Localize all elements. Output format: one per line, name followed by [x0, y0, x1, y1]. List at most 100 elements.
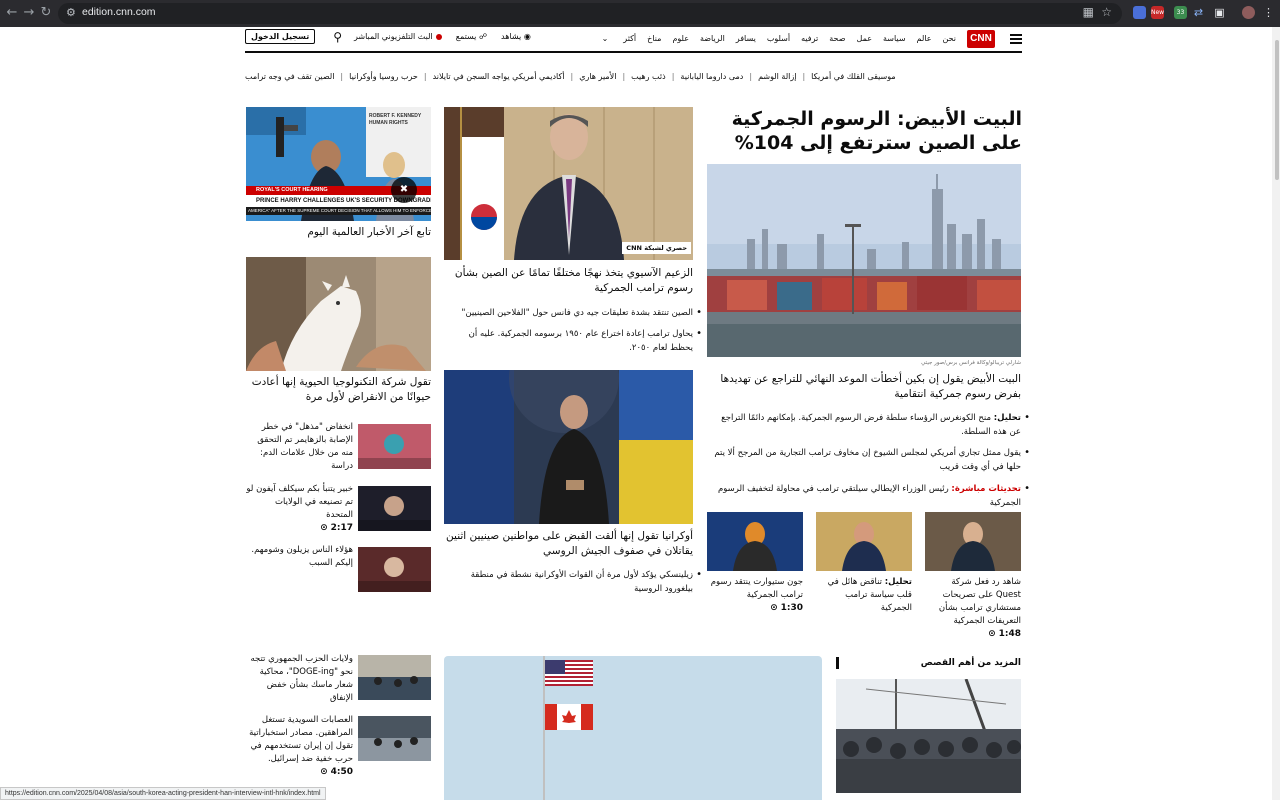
- listen-link[interactable]: يستمع ☍: [456, 32, 487, 41]
- han-photo[interactable]: حصري لشبكة CNN: [444, 107, 693, 260]
- lead-bullet-prefix: تحليل:: [993, 413, 1021, 423]
- nav-link[interactable]: عمل: [857, 34, 872, 43]
- wolf-photo[interactable]: [246, 257, 431, 371]
- lead-headline[interactable]: البيت الأبيض: الرسوم الجمركية على الصين …: [707, 107, 1022, 155]
- forward-icon[interactable]: →: [20, 4, 38, 22]
- flags-photo[interactable]: [444, 656, 822, 800]
- han-bullet[interactable]: يحاول ترامب إعادة اختراع عام ١٩٥٠ برسومه…: [444, 327, 702, 355]
- lead-bullet[interactable]: تحديثات مباشرة: رئيس الوزراء الإيطالي سي…: [707, 482, 1030, 510]
- lead-bullet[interactable]: تحليل: منح الكونغرس الرؤساء سلطة فرض الر…: [707, 411, 1030, 439]
- trending-link[interactable]: حرب روسيا وأوكرانيا: [349, 72, 418, 81]
- lead-card-image[interactable]: [707, 512, 803, 571]
- cnn-logo[interactable]: CNN: [967, 30, 995, 48]
- nav-link[interactable]: نحن: [943, 34, 956, 43]
- lower-item-text: ولايات الحزب الجمهوري تتجه نحو "DOGE-ing…: [250, 654, 353, 703]
- lead-card-image[interactable]: [816, 512, 912, 571]
- extension-new-icon[interactable]: New: [1151, 6, 1164, 19]
- lead-card-image[interactable]: [925, 512, 1021, 571]
- live-tv-link[interactable]: البث التلفزيوني المباشر: [354, 32, 442, 41]
- chevron-down-icon: ⌄: [601, 34, 609, 43]
- trending-link[interactable]: دمى داروما اليابانية: [680, 72, 743, 81]
- watch-link[interactable]: يشاهد ◉: [501, 32, 531, 41]
- harry-video-player[interactable]: ROYAL'S COURT HEARING PRINCE HARRY CHALL…: [246, 107, 431, 221]
- video-duration: ⊙ 4:50: [246, 766, 353, 779]
- right-item-image[interactable]: [358, 424, 431, 469]
- translate-icon[interactable]: ▦: [1083, 5, 1094, 19]
- lead-card-title[interactable]: شاهد رد فعل شركة Quest على تصريحات مستشا…: [925, 576, 1021, 641]
- lead-card-text: شاهد رد فعل شركة Quest على تصريحات مستشا…: [938, 577, 1021, 626]
- harry-caption[interactable]: تابع آخر الأخبار العالمية اليوم: [246, 225, 431, 240]
- trending-separator: |: [749, 72, 753, 81]
- zelensky-headline[interactable]: أوكرانيا تقول إنها ألقت القبض على مواطني…: [444, 529, 693, 559]
- bookmark-star-icon[interactable]: ☆: [1101, 5, 1112, 19]
- trending-separator: |: [423, 72, 427, 81]
- lower-item-title[interactable]: ولايات الحزب الجمهوري تتجه نحو "DOGE-ing…: [246, 653, 353, 705]
- trending-link[interactable]: إزالة الوشم: [758, 72, 796, 81]
- right-item-title[interactable]: هؤلاء الناس يزيلون وشومهم. إليكم السبب: [246, 544, 353, 570]
- sync-icon[interactable]: ⇄: [1192, 6, 1205, 19]
- nav-link[interactable]: مناخ: [647, 34, 661, 43]
- right-item-image[interactable]: [358, 486, 431, 531]
- lead-card-title[interactable]: جون ستيوارت ينتقد رسوم ترامب الجمركية ⊙ 1:…: [707, 576, 803, 615]
- site-info-icon[interactable]: ⚙: [66, 6, 76, 19]
- lead-image[interactable]: [707, 164, 1021, 357]
- right-item-text: هؤلاء الناس يزيلون وشومهم. إليكم السبب: [251, 545, 353, 568]
- back-icon[interactable]: ←: [3, 4, 21, 22]
- trending-link[interactable]: موسيقى القلك في أمريكا: [811, 72, 895, 81]
- video-duration: ⊙ 1:48: [925, 628, 1021, 641]
- han-bullet[interactable]: الصين تنتقد بشدة تعليقات جيه دي فانس حول…: [444, 306, 702, 320]
- wolf-headline[interactable]: تقول شركة التكنولوجيا الحيوية إنها أعادت…: [246, 375, 431, 405]
- nav-link[interactable]: الرياضة: [700, 34, 725, 43]
- mute-button[interactable]: ✖: [391, 177, 417, 203]
- right-item-title[interactable]: خبير يتنبأ بكم سيكلف آيفون لو تم تصنيعه …: [246, 483, 353, 535]
- live-dot-icon: [435, 33, 442, 40]
- lead-card-prefix: تحليل:: [884, 577, 912, 587]
- extensions-puzzle-icon[interactable]: ▣: [1213, 6, 1226, 19]
- lead-image-credit: شارلي تريبالو/وكالة فرانس برس/صور جيتي: [921, 360, 1021, 366]
- scrollbar-thumb[interactable]: [1275, 40, 1279, 180]
- lower-item-image[interactable]: [358, 716, 431, 761]
- more-stories-marker: [836, 657, 839, 669]
- nav-link[interactable]: علوم: [672, 34, 689, 43]
- lead-bullet[interactable]: يقول ممثل تجاري أمريكي لمجلس الشيوخ إن م…: [707, 446, 1030, 474]
- right-item-image[interactable]: [358, 547, 431, 592]
- search-icon[interactable]: ⚲: [333, 30, 342, 44]
- han-headline[interactable]: الزعيم الآسيوي يتخذ نهجًا مختلفًا تمامًا…: [444, 266, 693, 296]
- trending-link[interactable]: أكاديمي أمريكي يواجه السجن في تايلاند: [433, 72, 565, 81]
- lead-bullet-text: منح الكونغرس الرؤساء سلطة فرض الرسوم الج…: [721, 413, 1021, 437]
- protest-photo[interactable]: [836, 679, 1021, 793]
- nav-link[interactable]: سياسة: [883, 34, 906, 43]
- browser-menu-icon[interactable]: ⋮: [1262, 6, 1275, 19]
- address-bar[interactable]: ⚙ edition.cnn.com ▦ ☆: [58, 3, 1122, 24]
- duration-label: 1:30: [780, 603, 803, 613]
- trending-separator: |: [802, 72, 806, 81]
- nav-link[interactable]: صحة: [829, 34, 845, 43]
- nav-link[interactable]: عالم: [917, 34, 932, 43]
- nav-link[interactable]: ترفيه: [801, 34, 818, 43]
- extension-count-icon[interactable]: 33: [1174, 6, 1187, 19]
- lead-bullet-text: يقول ممثل تجاري أمريكي لمجلس الشيوخ إن م…: [714, 448, 1021, 472]
- trending-link[interactable]: ذئب رهيب: [631, 72, 666, 81]
- nav-link[interactable]: أسلوب: [767, 34, 790, 43]
- trending-bar: الصين تقف في وجه ترامب | حرب روسيا وأوكران…: [245, 72, 922, 81]
- lead-card-title[interactable]: تحليل: تناقض هائل في قلب سياسة ترامب الج…: [816, 576, 912, 615]
- trending-link[interactable]: الأمير هاري: [579, 72, 616, 81]
- menu-icon[interactable]: [1010, 34, 1022, 44]
- nav-link[interactable]: أكثر: [623, 34, 636, 43]
- login-button[interactable]: تسجيل الدخول: [245, 29, 316, 44]
- nav-link[interactable]: يسافر: [736, 34, 756, 43]
- trending-link[interactable]: الصين تقف في وجه ترامب: [245, 72, 334, 81]
- zelensky-bullet[interactable]: زيلينسكي يؤكد لأول مرة أن القوات الأوكرا…: [444, 568, 702, 596]
- zelensky-photo[interactable]: [444, 370, 693, 524]
- profile-avatar[interactable]: [1242, 6, 1255, 19]
- right-item-title[interactable]: انخفاض "مذهل" في خطر الإصابة بالزهايمر ت…: [246, 421, 353, 473]
- headphones-icon: ☍: [478, 32, 488, 41]
- lower-item-image[interactable]: [358, 655, 431, 700]
- lead-subhead[interactable]: البيت الأبيض يقول إن بكين أخطأت الموعد ا…: [707, 372, 1021, 402]
- reload-icon[interactable]: ↻: [37, 4, 55, 22]
- status-bar-url: https://edition.cnn.com/2025/04/08/asia/…: [0, 787, 326, 800]
- lower-item-title[interactable]: العصابات السويدية تستغل المراهقين. مصادر…: [246, 714, 353, 779]
- extension-icon[interactable]: [1133, 6, 1146, 19]
- crowd-photo: [836, 679, 1021, 793]
- browser-toolbar: ← → ↻ ⚙ edition.cnn.com ▦ ☆ New 33 ⇄ ▣ ⋮: [0, 0, 1280, 27]
